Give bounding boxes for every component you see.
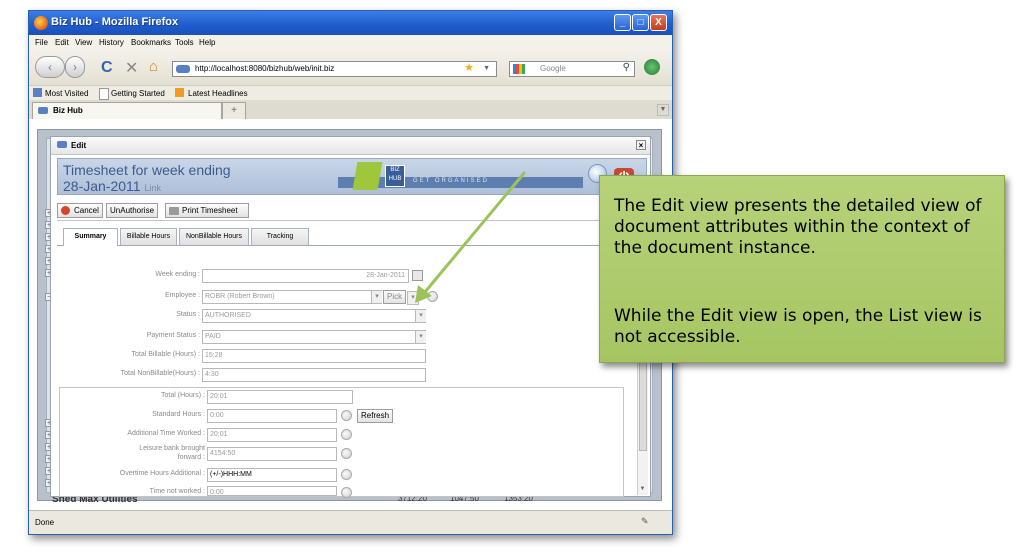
arrow-line [423,171,527,293]
callout-paragraph-2: While the Edit view is open, the List vi… [614,306,982,347]
callout-box: The Edit view presents the detailed view… [599,175,1005,363]
callout-paragraph-1: The Edit view presents the detailed view… [614,196,982,258]
